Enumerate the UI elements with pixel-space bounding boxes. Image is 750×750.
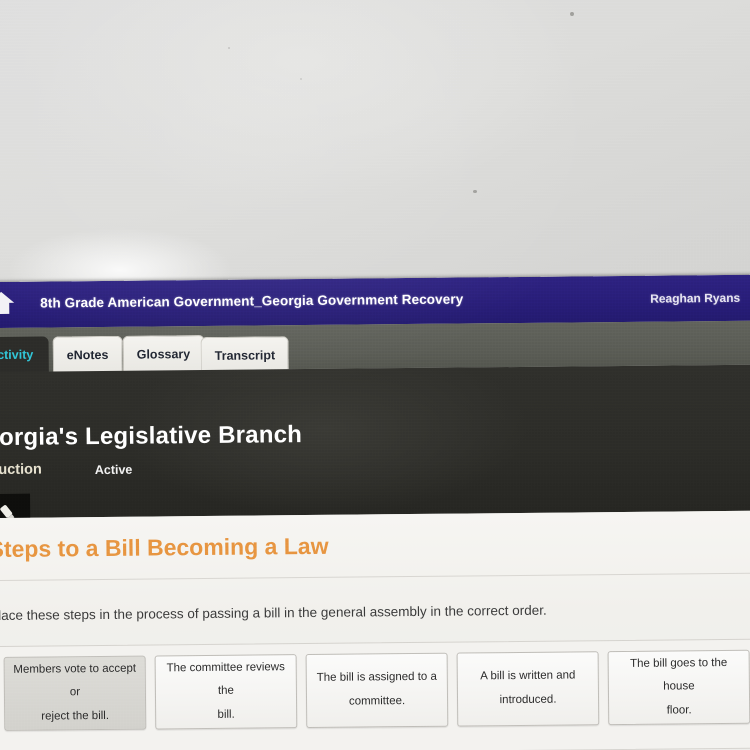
tab-enotes[interactable]: eNotes (52, 335, 123, 373)
step-card[interactable]: Members vote to accept or reject the bil… (3, 655, 147, 731)
tab-glossary[interactable]: Glossary (122, 334, 205, 372)
activity-prompt: Place these steps in the process of pass… (0, 602, 547, 624)
home-icon[interactable] (0, 290, 15, 316)
step-card-line2: committee. (348, 695, 406, 708)
step-card-line1: The committee reviews the (166, 660, 285, 698)
step-card[interactable]: The committee reviews the bill. (154, 654, 298, 730)
dust-speck (473, 190, 477, 193)
course-title: 8th Grade American Government_Georgia Go… (40, 291, 464, 311)
tab-transcript-label: Transcript (214, 347, 276, 363)
activity-heading: Steps to a Bill Becoming a Law (0, 532, 329, 563)
photo-background-area (0, 0, 750, 300)
application-window: 8th Grade American Government_Georgia Go… (0, 274, 750, 750)
lesson-header: eorgia's Legislative Branch struction Ac… (0, 364, 750, 535)
lesson-status: Active (94, 462, 133, 478)
user-name[interactable]: Reaghan Ryans (650, 291, 740, 306)
tab-enotes-label: eNotes (66, 347, 109, 362)
step-card-line1: A bill is written and (480, 669, 576, 683)
dust-speck (228, 47, 230, 49)
tab-strip: Activity eNotes Glossary Transcript (0, 320, 750, 374)
step-card-line2: introduced. (499, 693, 557, 707)
tab-transcript[interactable]: Transcript (200, 336, 290, 374)
lesson-title: eorgia's Legislative Branch (0, 421, 303, 452)
step-card-line1: The bill is assigned to a (316, 671, 437, 685)
card-row: Members vote to accept or reject the bil… (3, 649, 750, 731)
lesson-subject-label: struction (0, 461, 42, 479)
dust-speck (570, 12, 574, 16)
step-card[interactable]: A bill is written and introduced. (456, 651, 600, 727)
photographed-screen: 8th Grade American Government_Georgia Go… (0, 0, 750, 750)
course-header-bar: 8th Grade American Government_Georgia Go… (0, 274, 750, 328)
drag-drop-card-tray: Members vote to accept or reject the bil… (0, 638, 750, 750)
tab-activity-label: Activity (0, 347, 34, 363)
activity-panel: Steps to a Bill Becoming a Law Place the… (0, 510, 750, 750)
step-card[interactable]: The bill is assigned to a committee. (305, 652, 449, 729)
tab-glossary-label: Glossary (136, 346, 191, 362)
step-card-line1: The bill goes to the house (630, 656, 728, 693)
step-card-line2: floor. (666, 704, 692, 717)
dust-speck (300, 78, 302, 80)
tab-activity[interactable]: Activity (0, 336, 49, 374)
step-card-line1: Members vote to accept or (13, 662, 137, 699)
step-card[interactable]: The bill goes to the house floor. (607, 649, 750, 726)
heading-divider (0, 572, 750, 581)
step-card-line2: reject the bill. (41, 709, 110, 723)
step-card-line2: bill. (217, 708, 235, 721)
